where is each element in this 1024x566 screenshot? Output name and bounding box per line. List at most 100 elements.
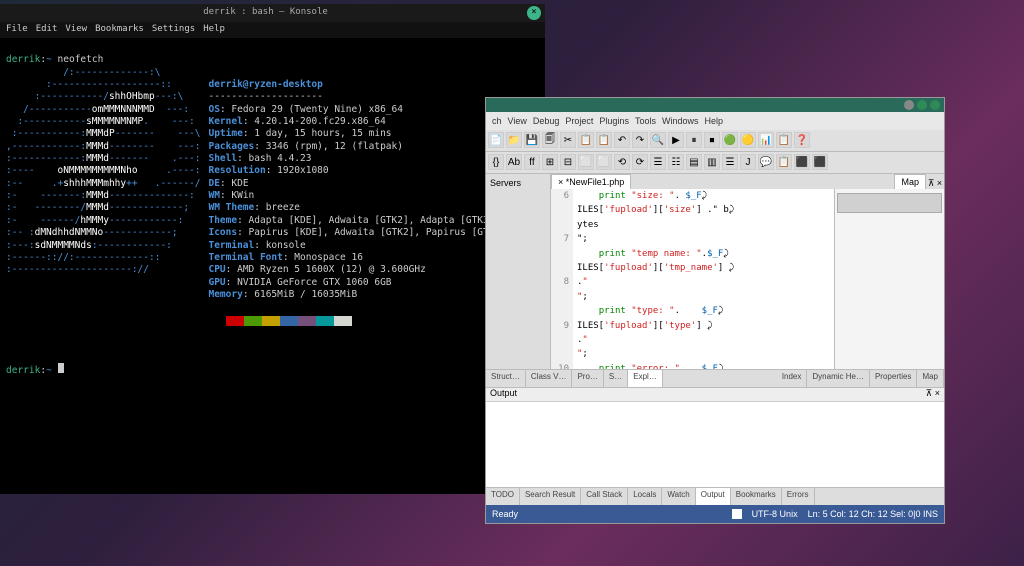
tool-tab[interactable]: Bookmarks bbox=[731, 488, 782, 505]
neofetch-info: derrik@ryzen-desktop -------------------… bbox=[208, 67, 488, 338]
ide-window: ch View Debug Project Plugins Tools Wind… bbox=[485, 97, 945, 524]
prompt-path: ~ bbox=[46, 54, 52, 65]
toolbar-icon[interactable]: ⬜ bbox=[596, 154, 612, 170]
close-icon[interactable]: × bbox=[527, 6, 541, 20]
toolbar-icon[interactable]: ☰ bbox=[650, 154, 666, 170]
checkbox-icon[interactable] bbox=[732, 509, 742, 519]
toolbar-icon[interactable]: ⟳ bbox=[632, 154, 648, 170]
menu-tools[interactable]: Tools bbox=[635, 116, 656, 126]
tool-tab[interactable]: Search Result bbox=[520, 488, 581, 505]
toolbar-icon[interactable]: ▶ bbox=[668, 132, 684, 148]
color-swatch bbox=[334, 316, 352, 326]
map-tab-label[interactable]: Map bbox=[894, 174, 926, 189]
side-tab[interactable]: Struct… bbox=[486, 370, 526, 387]
side-tab[interactable]: Index bbox=[777, 370, 808, 387]
output-panel[interactable]: Output⊼ × bbox=[486, 387, 944, 487]
toolbar-icon[interactable]: ▥ bbox=[704, 154, 720, 170]
toolbar-icon[interactable]: 🗐 bbox=[542, 132, 558, 148]
side-tab[interactable]: Pro… bbox=[572, 370, 603, 387]
minimap-panel[interactable] bbox=[834, 189, 944, 369]
terminal-title: derrik : bash — Konsole bbox=[4, 7, 527, 19]
side-tab[interactable]: S… bbox=[604, 370, 628, 387]
maximize-icon[interactable] bbox=[917, 100, 927, 110]
menu-help[interactable]: Help bbox=[203, 24, 225, 36]
menu-edit[interactable]: Edit bbox=[36, 24, 58, 36]
toolbar-icon[interactable]: 💾 bbox=[524, 132, 540, 148]
terminal-titlebar[interactable]: derrik : bash — Konsole × bbox=[0, 4, 545, 22]
menu-plugins[interactable]: Plugins bbox=[599, 116, 629, 126]
tool-tab[interactable]: Errors bbox=[782, 488, 815, 505]
close-icon[interactable] bbox=[930, 100, 940, 110]
toolbar-icon[interactable]: ⊟ bbox=[560, 154, 576, 170]
toolbar-icon[interactable]: ✂ bbox=[560, 132, 576, 148]
ide-titlebar[interactable] bbox=[486, 98, 944, 112]
side-tab[interactable]: Map bbox=[917, 370, 944, 387]
toolbar-icon[interactable]: J bbox=[740, 154, 756, 170]
line-gutter: 67891011121314 bbox=[551, 189, 573, 369]
toolbar-icon[interactable]: Ab bbox=[506, 154, 522, 170]
toolbar-icon[interactable]: 💬 bbox=[758, 154, 774, 170]
panel-close-icon[interactable]: ⊼ × bbox=[926, 388, 940, 399]
tool-tab[interactable]: Watch bbox=[662, 488, 695, 505]
toolbar-icon[interactable]: 🟢 bbox=[722, 132, 738, 148]
tool-tab[interactable]: TODO bbox=[486, 488, 520, 505]
side-tab[interactable]: Properties bbox=[870, 370, 917, 387]
minimap-viewport[interactable] bbox=[837, 193, 942, 213]
code-editor[interactable]: 67891011121314 print "size: ". $_F⤸ILES[… bbox=[551, 189, 834, 369]
panel-pin-icon[interactable]: ⊼ × bbox=[926, 178, 944, 189]
toolbar-icon[interactable]: 📋 bbox=[596, 132, 612, 148]
toolbar-icon[interactable]: ⬜ bbox=[578, 154, 594, 170]
minimize-icon[interactable] bbox=[904, 100, 914, 110]
toolbar-icon[interactable]: 📊 bbox=[758, 132, 774, 148]
side-tab[interactable]: Dynamic He… bbox=[807, 370, 870, 387]
toolbar-icon[interactable]: 📁 bbox=[506, 132, 522, 148]
toolbar-icon[interactable]: 📄 bbox=[488, 132, 504, 148]
tool-tab[interactable]: Locals bbox=[628, 488, 662, 505]
menu-help[interactable]: Help bbox=[704, 116, 723, 126]
tool-tab[interactable]: Call Stack bbox=[581, 488, 628, 505]
menu-debug[interactable]: Debug bbox=[533, 116, 560, 126]
color-swatch bbox=[316, 316, 334, 326]
file-tab[interactable]: *NewFile1.php bbox=[551, 174, 631, 189]
toolbar-icon[interactable]: 🔍 bbox=[650, 132, 666, 148]
color-swatch bbox=[244, 316, 262, 326]
toolbar-icon[interactable]: ☰ bbox=[722, 154, 738, 170]
toolbar-icon[interactable]: ff bbox=[524, 154, 540, 170]
nf-host: derrik@ryzen-desktop bbox=[208, 79, 322, 90]
toolbar-icon[interactable]: ↷ bbox=[632, 132, 648, 148]
toolbar-icon[interactable]: 📋 bbox=[578, 132, 594, 148]
toolbar-icon[interactable]: ⬛ bbox=[794, 154, 810, 170]
menu-file[interactable]: File bbox=[6, 24, 28, 36]
side-tabs-row: Struct…Class V…Pro…S…Expl… IndexDynamic H… bbox=[486, 369, 944, 387]
toolbar-icon[interactable]: ⏸ bbox=[686, 132, 702, 148]
status-encoding: UTF-8 Unix bbox=[752, 509, 798, 519]
menu-bookmarks[interactable]: Bookmarks bbox=[95, 24, 144, 36]
menu-view[interactable]: View bbox=[65, 24, 87, 36]
menu-item[interactable]: ch bbox=[492, 116, 502, 126]
menu-windows[interactable]: Windows bbox=[662, 116, 699, 126]
servers-panel[interactable]: Servers bbox=[486, 174, 551, 369]
toolbar-icon[interactable]: ⟲ bbox=[614, 154, 630, 170]
menu-project[interactable]: Project bbox=[565, 116, 593, 126]
toolbar-icon[interactable]: 📋 bbox=[776, 132, 792, 148]
toolbar-icon[interactable]: 🟡 bbox=[740, 132, 756, 148]
code-text[interactable]: print "size: ". $_F⤸ILES['fupload']['siz… bbox=[573, 189, 834, 369]
toolbar-icon[interactable]: ❓ bbox=[794, 132, 810, 148]
color-swatch bbox=[208, 316, 226, 326]
toolbar-icon[interactable]: {} bbox=[488, 154, 504, 170]
side-tab[interactable]: Class V… bbox=[526, 370, 573, 387]
toolbar-icon[interactable]: ↶ bbox=[614, 132, 630, 148]
toolbar-icon[interactable]: 📋 bbox=[776, 154, 792, 170]
terminal-body[interactable]: derrik:~ neofetch /:-------------:\ :---… bbox=[0, 38, 545, 393]
toolbar-icon[interactable]: ⏹ bbox=[704, 132, 720, 148]
toolbar-icon[interactable]: ▤ bbox=[686, 154, 702, 170]
side-tab[interactable]: Expl… bbox=[628, 370, 663, 387]
cursor bbox=[58, 363, 64, 373]
toolbar-icon[interactable]: ⊞ bbox=[542, 154, 558, 170]
toolbar-icon[interactable]: ⬛ bbox=[812, 154, 828, 170]
tool-tab[interactable]: Output bbox=[696, 488, 731, 505]
color-swatch bbox=[280, 316, 298, 326]
menu-settings[interactable]: Settings bbox=[152, 24, 195, 36]
menu-view[interactable]: View bbox=[508, 116, 527, 126]
toolbar-icon[interactable]: ☷ bbox=[668, 154, 684, 170]
